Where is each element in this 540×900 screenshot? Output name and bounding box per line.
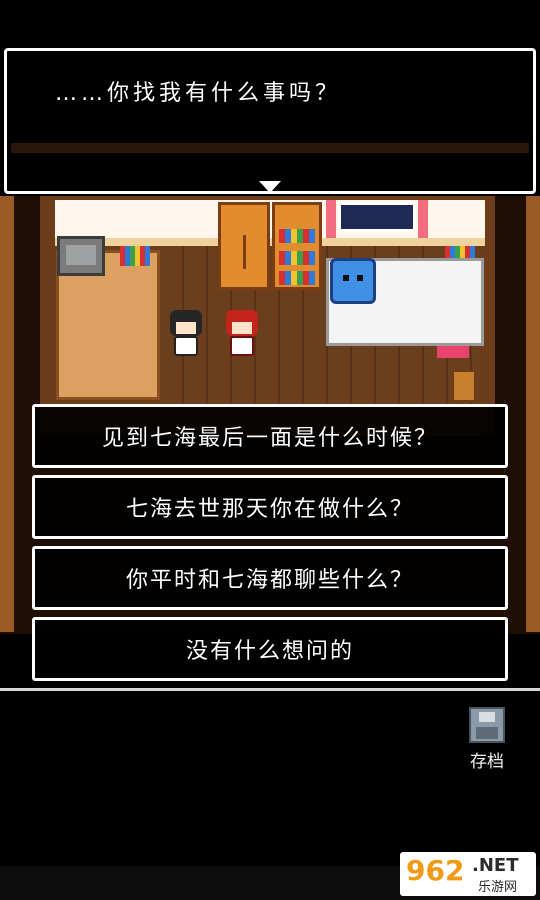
curtain-left [326, 200, 336, 238]
wall-trim [55, 238, 485, 246]
outer-wall-left [0, 196, 14, 632]
book-shelf-left [120, 246, 150, 266]
bookshelf [272, 202, 322, 290]
choice-nothing-to-ask[interactable]: 没有什么想问的 [32, 617, 508, 681]
choice-day-of-death[interactable]: 七海去世那天你在做什么？ [32, 475, 508, 539]
tv-icon [57, 236, 105, 276]
chair [452, 370, 476, 402]
choice-last-meeting[interactable]: 见到七海最后一面是什么时候？ [32, 404, 508, 468]
choice-usual-topics[interactable]: 你平时和七海都聊些什么？ [32, 546, 508, 610]
character-dark-hair [166, 310, 206, 360]
save-label: 存档 [470, 752, 504, 772]
site-watermark: 962 .NET 乐游网 [400, 852, 536, 896]
floppy-disk-icon [469, 707, 505, 743]
window [338, 202, 416, 232]
pink-cushion [437, 346, 469, 358]
character-red-hair [222, 310, 262, 360]
watermark-number: 962 [406, 854, 465, 887]
continue-arrow-icon [259, 181, 281, 193]
dialog-box: ……你找我有什么事吗？ [4, 48, 536, 194]
save-button[interactable]: 存档 [464, 705, 510, 772]
wardrobe [218, 202, 270, 290]
curtain-right [418, 200, 428, 238]
divider [0, 688, 540, 691]
outer-wall-right [526, 196, 540, 632]
watermark-site: 乐游网 [478, 880, 518, 895]
watermark-suffix: .NET [472, 855, 519, 876]
dialog-text: ……你找我有什么事吗？ [55, 81, 342, 106]
cat-plush-icon [330, 258, 376, 304]
